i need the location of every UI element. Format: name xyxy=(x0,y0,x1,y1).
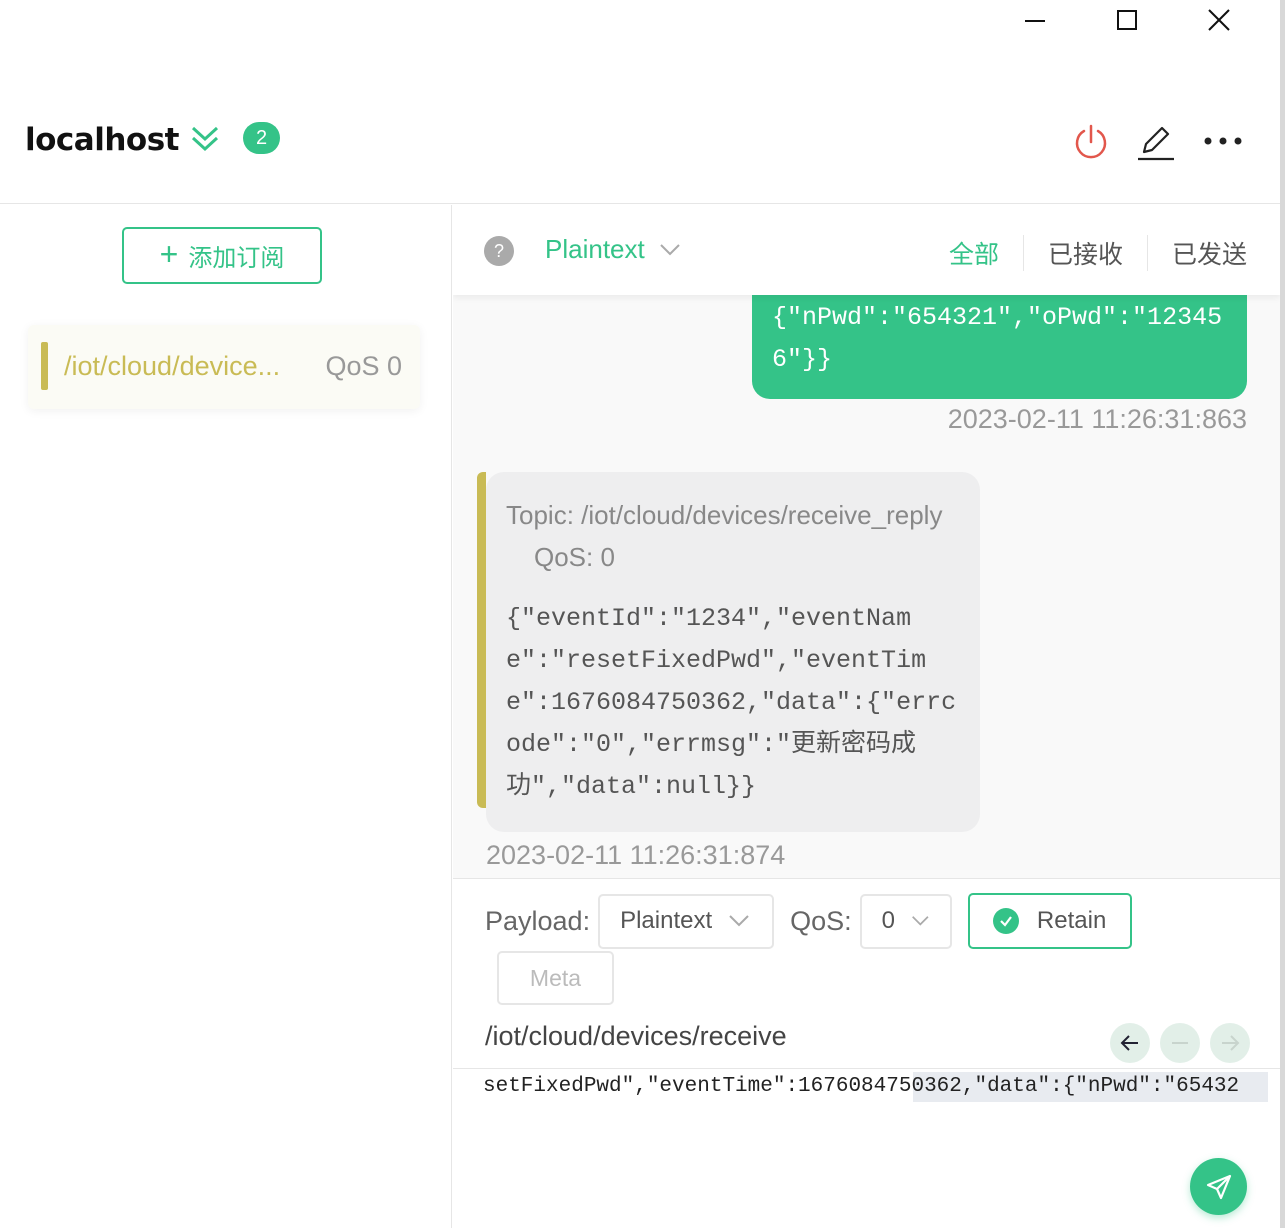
publish-qos-select[interactable]: 0 xyxy=(859,893,952,949)
received-qos: QoS: 0 xyxy=(534,542,615,572)
edit-connection-button[interactable] xyxy=(1136,122,1176,167)
sent-message-time: 2023-02-11 11:26:31:863 xyxy=(947,404,1247,434)
publish-topic-input[interactable]: /iot/cloud/devices/receive xyxy=(485,1021,787,1052)
publish-panel: Payload: Plaintext QoS: 0 Retain Meta /i… xyxy=(453,878,1280,1228)
more-options-button[interactable] xyxy=(1203,134,1243,152)
more-icon xyxy=(1204,137,1242,145)
chevron-down-icon xyxy=(729,915,749,927)
close-button[interactable] xyxy=(1173,0,1265,40)
window-edge xyxy=(1280,0,1285,1228)
connection-name: localhost xyxy=(25,122,179,158)
disconnect-button[interactable] xyxy=(1071,122,1111,167)
minus-icon xyxy=(1172,1042,1188,1044)
add-subscription-button[interactable]: + 添加订阅 xyxy=(122,227,322,284)
window-controls xyxy=(989,0,1265,40)
subscription-topic: /iot/cloud/device... xyxy=(64,351,281,381)
minimize-button[interactable] xyxy=(989,0,1081,40)
history-back-button[interactable] xyxy=(1110,1023,1150,1063)
help-icon[interactable]: ? xyxy=(484,236,514,266)
tab-all[interactable]: 全部 xyxy=(925,235,1023,271)
send-button[interactable] xyxy=(1190,1158,1247,1215)
publish-options-row: Payload: Plaintext QoS: 0 Retain xyxy=(485,893,1132,949)
messages-panel: ? Plaintext 全部 已接收 已发送 {"nPwd":"654321",… xyxy=(453,205,1280,878)
received-payload: {"eventId":"1234","eventName":"resetFixe… xyxy=(506,604,957,801)
arrow-right-icon xyxy=(1222,1035,1240,1051)
double-chevron-down-icon xyxy=(191,126,219,152)
qos-label: QoS: xyxy=(790,905,852,936)
payload-format-select[interactable]: Plaintext xyxy=(545,234,681,265)
check-circle-icon xyxy=(992,908,1019,934)
received-message-bubble: Topic: /iot/cloud/devices/receive_reply Q… xyxy=(477,472,980,832)
subscription-item[interactable]: /iot/cloud/device... QoS 0 xyxy=(28,325,420,409)
send-icon xyxy=(1206,1174,1231,1199)
subscription-color-bar xyxy=(41,342,48,390)
history-nav xyxy=(1110,1023,1250,1063)
chevron-down-icon xyxy=(912,916,929,926)
messages-toolbar: ? Plaintext 全部 已接收 已发送 xyxy=(453,205,1280,295)
close-icon xyxy=(1208,9,1230,31)
arrow-left-icon xyxy=(1120,1035,1138,1051)
message-filter-tabs: 全部 已接收 已发送 xyxy=(925,235,1247,271)
subscriptions-panel: + 添加订阅 /iot/cloud/device... QoS 0 xyxy=(0,205,452,1228)
topic-divider xyxy=(453,1068,1280,1069)
received-message-time: 2023-02-11 11:26:31:874 xyxy=(486,840,786,870)
maximize-icon xyxy=(1117,10,1137,30)
sent-message-bubble: {"nPwd":"654321","oPwd":"123456"}} xyxy=(752,285,1247,399)
received-color-bar xyxy=(477,472,486,808)
tab-received[interactable]: 已接收 xyxy=(1022,235,1147,271)
tab-sent[interactable]: 已发送 xyxy=(1146,235,1247,271)
publish-format-value: Plaintext xyxy=(620,907,713,934)
meta-button[interactable]: Meta xyxy=(497,951,614,1005)
maximize-button[interactable] xyxy=(1081,0,1173,40)
plus-icon: + xyxy=(159,236,179,272)
collapse-toggle[interactable] xyxy=(190,124,220,159)
add-subscription-label: 添加订阅 xyxy=(188,245,285,272)
subscription-qos: QoS 0 xyxy=(325,351,402,381)
retain-label: Retain xyxy=(1036,907,1107,934)
power-icon xyxy=(1075,124,1107,159)
edit-icon xyxy=(1138,126,1174,161)
publish-qos-value: 0 xyxy=(881,907,895,934)
history-clear-button[interactable] xyxy=(1160,1023,1200,1063)
minimize-icon xyxy=(1025,20,1045,22)
history-forward-button[interactable] xyxy=(1210,1023,1250,1063)
payload-format-value: Plaintext xyxy=(545,234,645,264)
payload-editor[interactable]: setFixedPwd","eventTime":1676084750362,"… xyxy=(483,1072,1268,1102)
publish-format-select[interactable]: Plaintext xyxy=(598,893,775,949)
retain-toggle[interactable]: Retain xyxy=(967,893,1132,949)
connection-header: localhost 2 xyxy=(0,86,1280,204)
payload-label: Payload: xyxy=(485,905,591,936)
received-message-meta: Topic: /iot/cloud/devices/receive_reply Q… xyxy=(506,494,960,578)
received-topic: Topic: /iot/cloud/devices/receive_reply xyxy=(506,500,943,530)
chevron-down-icon xyxy=(660,243,680,255)
unread-badge: 2 xyxy=(243,122,280,154)
